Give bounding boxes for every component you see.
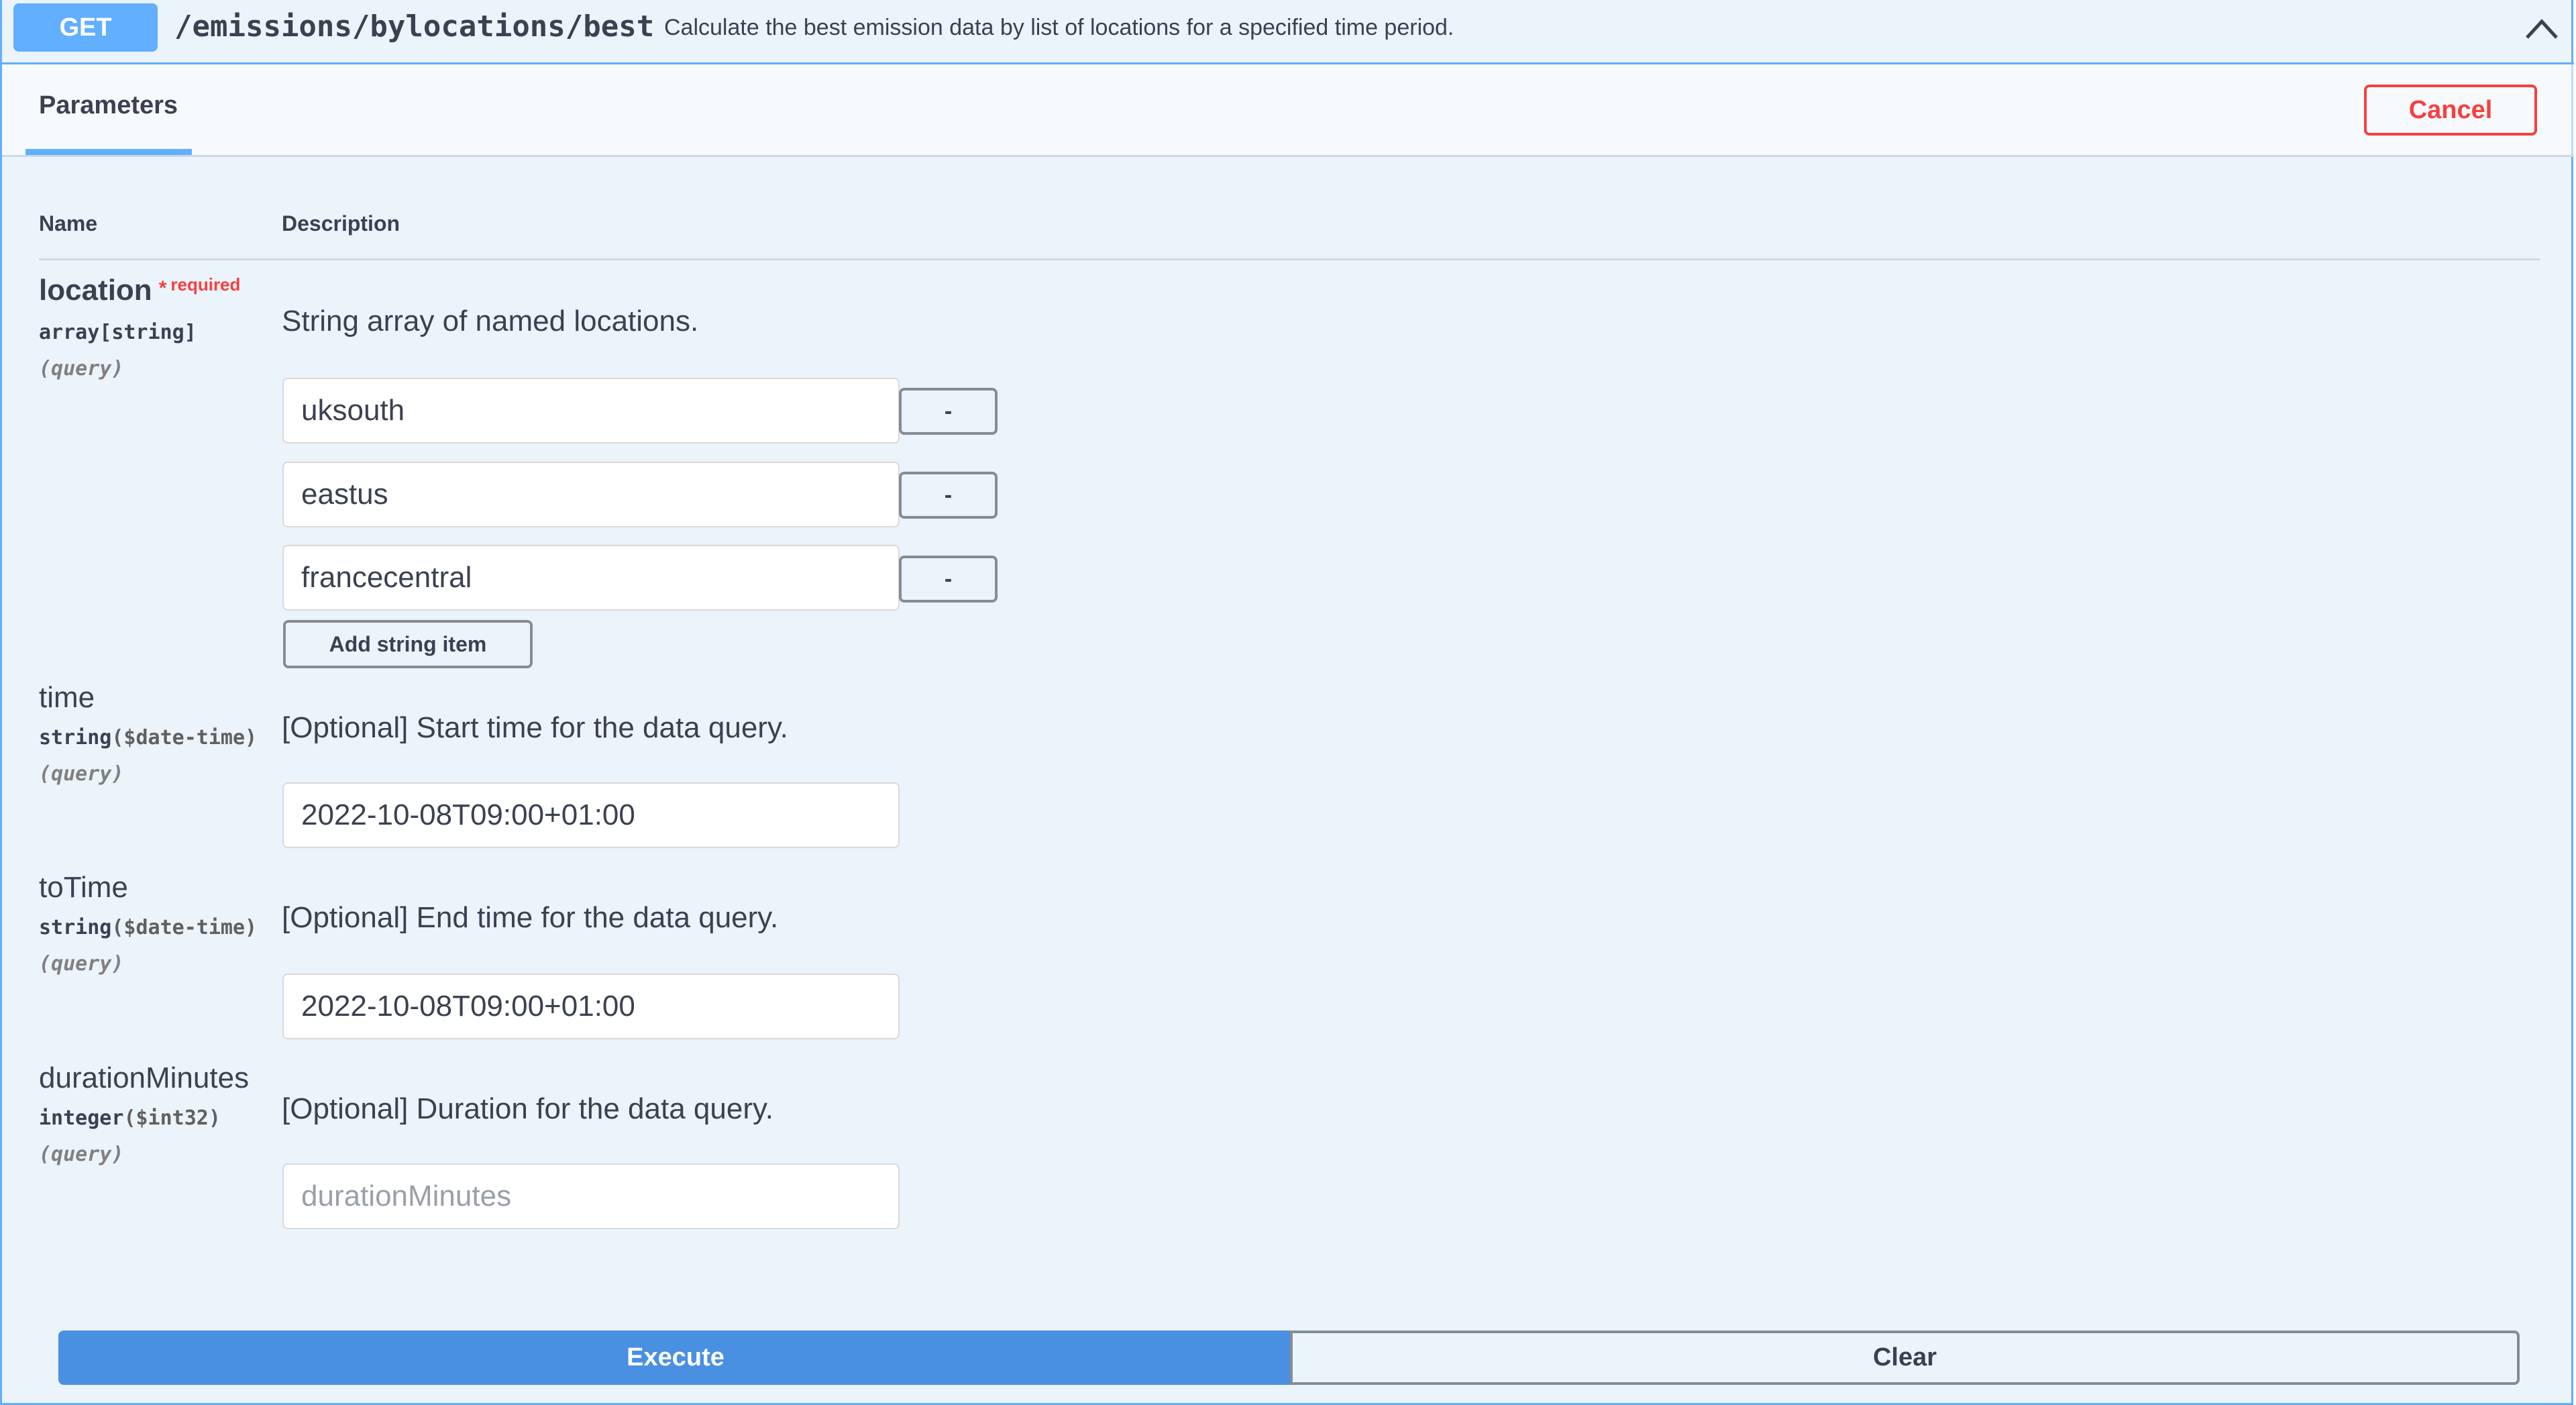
remove-location-item-button-3[interactable]: - [899,556,998,603]
param-name-durationminutes: durationMinutes [39,1061,250,1094]
param-type-time: string($date-time) [39,726,257,749]
param-format-totime: ($date-time) [111,916,258,939]
chevron-up-icon[interactable] [2523,15,2561,42]
required-star: * [158,277,167,299]
add-string-item-button[interactable]: Add string item [283,620,533,668]
param-type-totime-base: string [39,916,112,939]
location-item-input-1[interactable] [282,378,900,444]
required-label: required [170,274,241,295]
param-in-time: (query) [39,762,124,786]
header-divider [39,258,2540,260]
param-format-time: ($date-time) [111,726,258,749]
param-name-location: location * required [39,274,240,307]
param-type-time-base: string [39,726,112,749]
remove-location-item-button-1[interactable]: - [899,388,998,435]
time-input[interactable] [282,782,900,848]
method-badge: GET [13,3,158,52]
param-type-location: array[string] [39,321,197,344]
param-in-totime: (query) [39,952,124,976]
operation-path: /emissions/bylocations/best [174,9,655,44]
name-column-header: Name [39,211,98,236]
description-column-header: Description [282,211,400,236]
location-item-input-2[interactable] [282,462,900,527]
param-name-time: time [39,681,95,714]
execute-button[interactable]: Execute [58,1331,1293,1385]
param-type-durationminutes-base: integer [39,1106,124,1130]
param-name-totime: toTime [39,871,128,904]
param-in-durationminutes: (query) [39,1143,124,1166]
operation-block: GET /emissions/bylocations/best Calculat… [0,0,2574,1405]
tab-parameters-label: Parameters [39,91,178,119]
cancel-button[interactable]: Cancel [2364,85,2537,136]
durationminutes-input[interactable] [282,1163,900,1229]
parameters-tab-header: Parameters Cancel [2,64,2574,157]
clear-button[interactable]: Clear [1290,1331,2520,1385]
location-item-input-3[interactable] [282,545,900,611]
tab-parameters[interactable]: Parameters [25,64,192,155]
param-format-durationminutes: ($int32) [123,1106,221,1130]
param-type-totime: string($date-time) [39,916,257,939]
param-in-location: (query) [39,357,124,380]
param-description-durationminutes: [Optional] Duration for the data query. [282,1092,773,1125]
param-name-location-text: location [39,274,152,307]
operation-summary-text: Calculate the best emission data by list… [664,15,1454,40]
operation-summary[interactable]: GET /emissions/bylocations/best Calculat… [2,0,2574,64]
param-description-location: String array of named locations. [282,305,699,337]
param-description-time: [Optional] Start time for the data query… [282,711,788,744]
remove-location-item-button-2[interactable]: - [899,472,998,519]
param-type-durationminutes: integer($int32) [39,1106,221,1130]
totime-input[interactable] [282,974,900,1039]
param-description-totime: [Optional] End time for the data query. [282,901,779,934]
